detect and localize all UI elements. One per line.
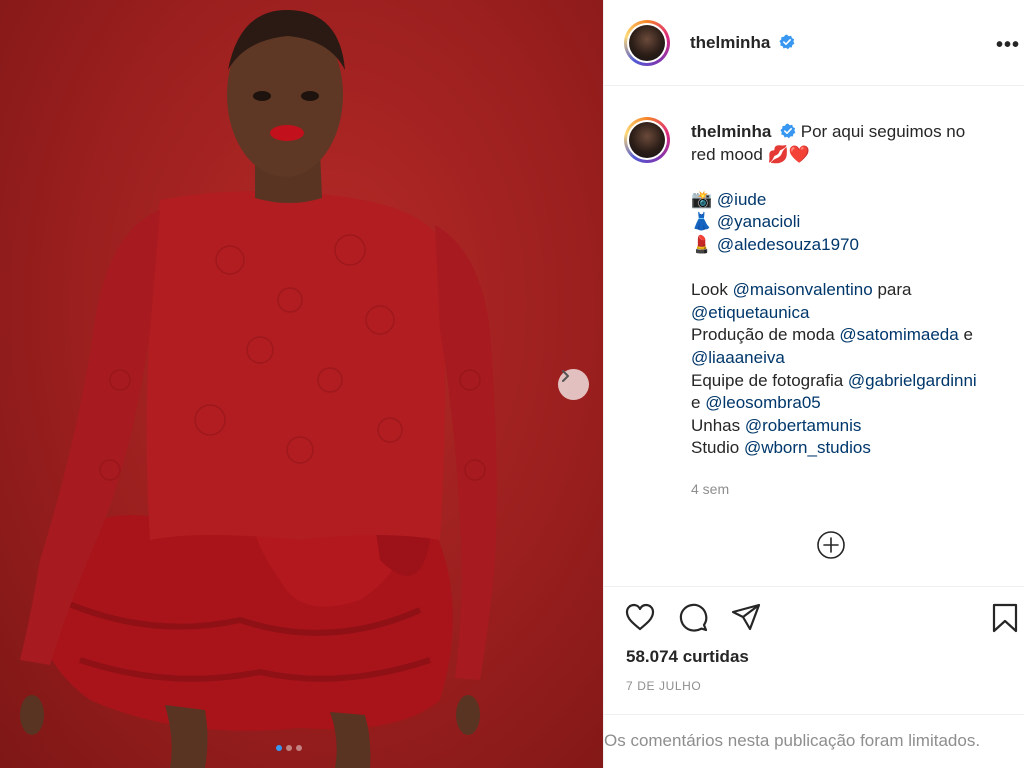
caption-text-line: red mood xyxy=(691,144,763,164)
verified-badge-icon xyxy=(780,123,796,139)
lipstick-emoji: 💄 xyxy=(691,234,713,254)
mention-link[interactable]: @aledesouza1970 xyxy=(717,235,859,254)
mention-link[interactable]: @etiquetaunica xyxy=(691,303,809,322)
mention-link[interactable]: @wborn_studios xyxy=(744,438,871,457)
caption-text: Produção de moda xyxy=(691,325,835,345)
comments-limited-note: Os comentários nesta publicação foram li… xyxy=(604,714,1024,768)
mention-link[interactable]: @leosombra05 xyxy=(705,393,821,412)
caption-avatar[interactable] xyxy=(624,117,670,163)
carousel-indicator xyxy=(276,745,302,751)
share-icon[interactable] xyxy=(730,602,762,632)
mention-link[interactable]: @yanacioli xyxy=(717,212,800,231)
carousel-dot xyxy=(286,745,292,751)
post-caption: thelminha Por aqui seguimos no red mood … xyxy=(691,121,1021,460)
mention-link[interactable]: @gabrielgardinni xyxy=(848,371,977,390)
caption-text: Unhas xyxy=(691,415,741,435)
post-header: thelminha ••• xyxy=(604,0,1024,86)
caption-text: Look xyxy=(691,280,728,300)
chevron-right-icon xyxy=(562,370,569,382)
mention-link[interactable]: @satomimaeda xyxy=(839,325,958,344)
post-actions: 58.074 curtidas 7 DE JULHO Os comentário… xyxy=(604,586,1024,768)
avatar[interactable] xyxy=(624,20,670,66)
bookmark-icon[interactable] xyxy=(990,602,1020,634)
heart-icon[interactable] xyxy=(624,602,656,632)
caption-text: Studio xyxy=(691,438,740,458)
verified-badge-icon xyxy=(779,34,795,50)
caption-text: para xyxy=(877,280,912,300)
carousel-dot xyxy=(296,745,302,751)
kiss-heart-emoji: 💋❤️ xyxy=(767,144,810,164)
mention-link[interactable]: @iude xyxy=(717,190,766,209)
mention-link[interactable]: @robertamunis xyxy=(745,416,861,435)
header-username-link[interactable]: thelminha xyxy=(690,33,795,53)
caption-text: Equipe de fotografia xyxy=(691,370,844,390)
caption-time-ago[interactable]: 4 sem xyxy=(691,481,729,497)
more-options-icon[interactable]: ••• xyxy=(996,34,1020,57)
post-date[interactable]: 7 DE JULHO xyxy=(626,679,701,693)
next-photo-button[interactable] xyxy=(558,369,589,400)
header-username[interactable]: thelminha xyxy=(690,33,770,52)
photo-illustration xyxy=(20,9,497,768)
mention-link[interactable]: @liaaaneiva xyxy=(691,348,785,367)
caption-text: e xyxy=(963,325,973,345)
mention-link[interactable]: @maisonvalentino xyxy=(733,280,873,299)
likes-count[interactable]: 58.074 curtidas xyxy=(626,647,749,667)
caption-username[interactable]: thelminha xyxy=(691,122,771,141)
comment-icon[interactable] xyxy=(677,602,709,634)
add-comment-icon[interactable] xyxy=(816,530,846,560)
carousel-dot xyxy=(276,745,282,751)
post-details-panel: thelminha ••• thelminha Por aqui seguimo… xyxy=(603,0,1024,768)
dress-emoji: 👗 xyxy=(691,212,713,232)
caption-text-line: Por aqui seguimos no xyxy=(800,122,966,141)
camera-emoji: 📸 xyxy=(691,189,713,209)
caption-text: e xyxy=(691,393,701,413)
post-photo[interactable] xyxy=(0,0,603,768)
